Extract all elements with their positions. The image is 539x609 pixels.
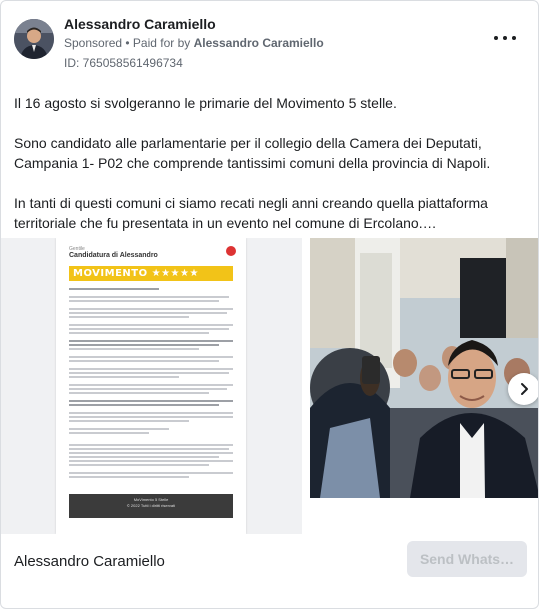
ad-card: Alessandro Caramiello Sponsored • Paid f… (0, 0, 539, 609)
document-banner-text: MOVIMENTO ★★★★★ (73, 268, 199, 279)
chevron-right-icon (521, 383, 528, 395)
document-banner: MOVIMENTO ★★★★★ (69, 266, 233, 281)
advertiser-name[interactable]: Alessandro Caramiello (64, 16, 216, 32)
paid-for-name: Alessandro Caramiello (193, 36, 324, 50)
ad-body-text: Il 16 agosto si svolgeranno le primarie … (14, 93, 524, 253)
footer-page-name[interactable]: Alessandro Caramiello (14, 553, 165, 570)
carousel-next-button[interactable] (508, 373, 538, 405)
document-logo (226, 246, 236, 256)
document-footer-text: MoVimento 5 Stelle © 2022 Tutti i diritt… (69, 497, 233, 509)
document-footer: MoVimento 5 Stelle © 2022 Tutti i diritt… (69, 494, 233, 518)
advertiser-avatar[interactable] (14, 19, 54, 59)
paid-for-prefix: Paid for by (132, 36, 194, 50)
document-image: Gentile Candidatura di Alessandro MOVIME… (56, 238, 246, 534)
more-dot (512, 36, 516, 40)
body-paragraph: Il 16 agosto si svolgeranno le primarie … (14, 95, 397, 111)
crowd-photo (310, 238, 538, 498)
avatar-image (14, 19, 54, 59)
document-title: Candidatura di Alessandro (69, 252, 158, 259)
body-paragraph: In tanti di questi comuni ci siamo recat… (14, 195, 488, 231)
sponsored-line: Sponsored • Paid for by Alessandro Caram… (64, 36, 324, 50)
more-dot (503, 36, 507, 40)
carousel-card-document[interactable]: Gentile Candidatura di Alessandro MOVIME… (1, 238, 302, 534)
meta-separator: • (122, 36, 133, 50)
media-carousel: Gentile Candidatura di Alessandro MOVIME… (1, 238, 538, 534)
document-footer-line: © 2022 Tutti i diritti riservati (126, 503, 176, 508)
more-dot (494, 36, 498, 40)
carousel-card-photo[interactable] (310, 238, 538, 498)
body-paragraph: Sono candidato alle parlamentarie per il… (14, 135, 491, 171)
send-whatsapp-button[interactable]: Send Whats… (407, 541, 527, 577)
ad-id: ID: 765058561496734 (64, 56, 183, 70)
more-options-icon[interactable] (494, 31, 516, 45)
sponsored-label: Sponsored (64, 36, 123, 50)
